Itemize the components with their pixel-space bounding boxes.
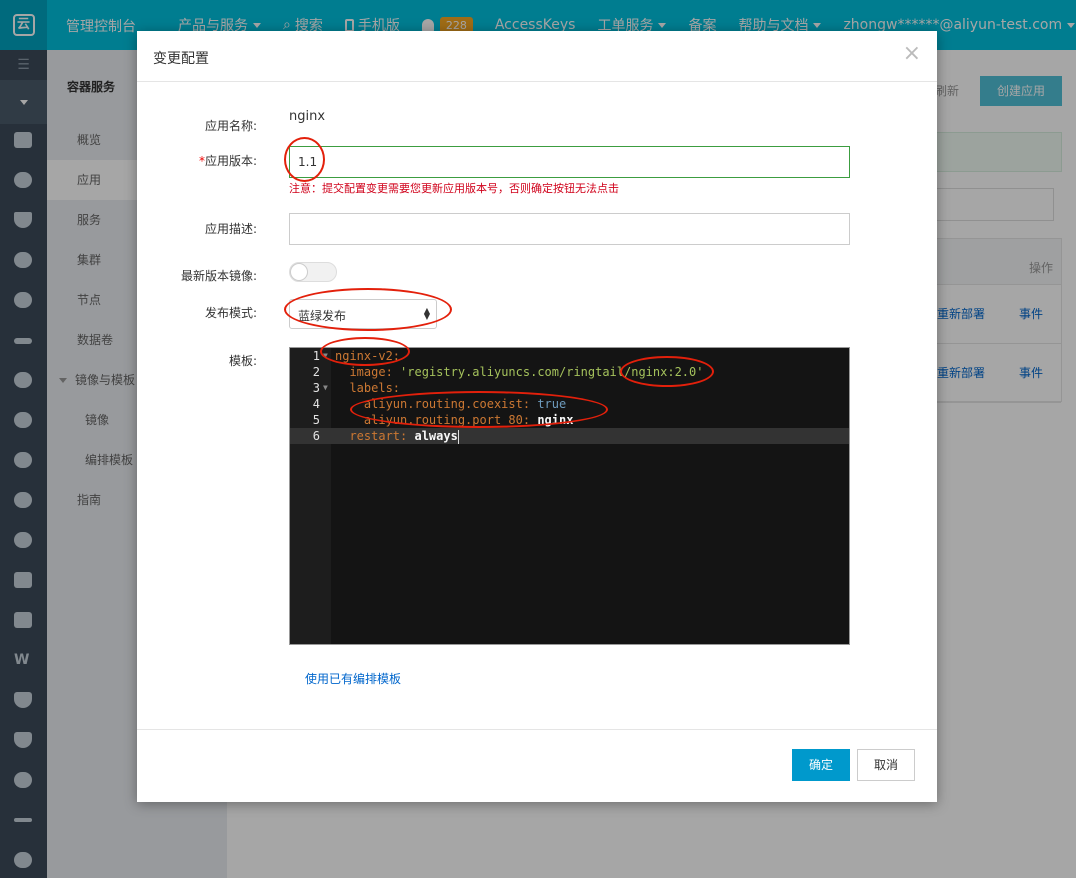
annotation-circle-version — [284, 137, 325, 182]
dialog-footer: 确定 取消 — [137, 729, 937, 802]
code-line: restart: always — [349, 429, 459, 444]
toggle-knob — [290, 263, 308, 281]
version-warning: 注意：提交配置变更需要您更新应用版本号，否则确定按钮无法点击 — [289, 182, 619, 195]
use-existing-template-link[interactable]: 使用已有编排模板 — [305, 670, 401, 687]
text-cursor — [457, 429, 459, 444]
description-input[interactable] — [289, 213, 850, 245]
line-number: 6 — [312, 429, 320, 443]
annotation-circle-release-mode — [284, 288, 452, 331]
dialog-title: 变更配置 — [153, 51, 209, 67]
template-label: 模板: — [228, 354, 257, 368]
annotation-circle-service-name — [320, 337, 410, 366]
version-label: *应用版本: — [198, 154, 257, 168]
line-number: 3 — [312, 381, 320, 395]
line-number: 2 — [312, 365, 320, 379]
fold-arrow-icon[interactable]: ▼ — [323, 383, 328, 392]
editor-text-area[interactable]: nginx-v2: image: 'registry.aliyuncs.com/… — [331, 348, 849, 644]
code-line: labels: — [349, 381, 401, 395]
annotation-circle-image-tag — [620, 356, 714, 387]
editor-gutter: 1 ▼ 2 3 ▼ 4 5 6 — [290, 348, 331, 644]
annotation-circle-routing-labels — [350, 391, 608, 428]
dialog-header: 变更配置 × — [137, 31, 937, 82]
latest-image-toggle[interactable] — [289, 262, 337, 282]
description-label: 应用描述: — [204, 222, 257, 236]
close-icon[interactable]: × — [903, 43, 921, 65]
line-number: 4 — [312, 397, 320, 411]
version-input[interactable] — [289, 146, 850, 178]
confirm-button[interactable]: 确定 — [792, 749, 850, 781]
line-number: 5 — [312, 413, 320, 427]
line-number: 1 — [312, 349, 320, 363]
cancel-button[interactable]: 取消 — [857, 749, 915, 781]
latest-image-label: 最新版本镜像: — [180, 269, 257, 283]
app-name-value: nginx — [289, 109, 326, 124]
release-mode-label: 发布模式: — [204, 306, 257, 320]
template-code-editor[interactable]: 1 ▼ 2 3 ▼ 4 5 6 nginx-v2: image: 'regist… — [289, 347, 850, 645]
app-name-label: 应用名称: — [204, 119, 257, 133]
